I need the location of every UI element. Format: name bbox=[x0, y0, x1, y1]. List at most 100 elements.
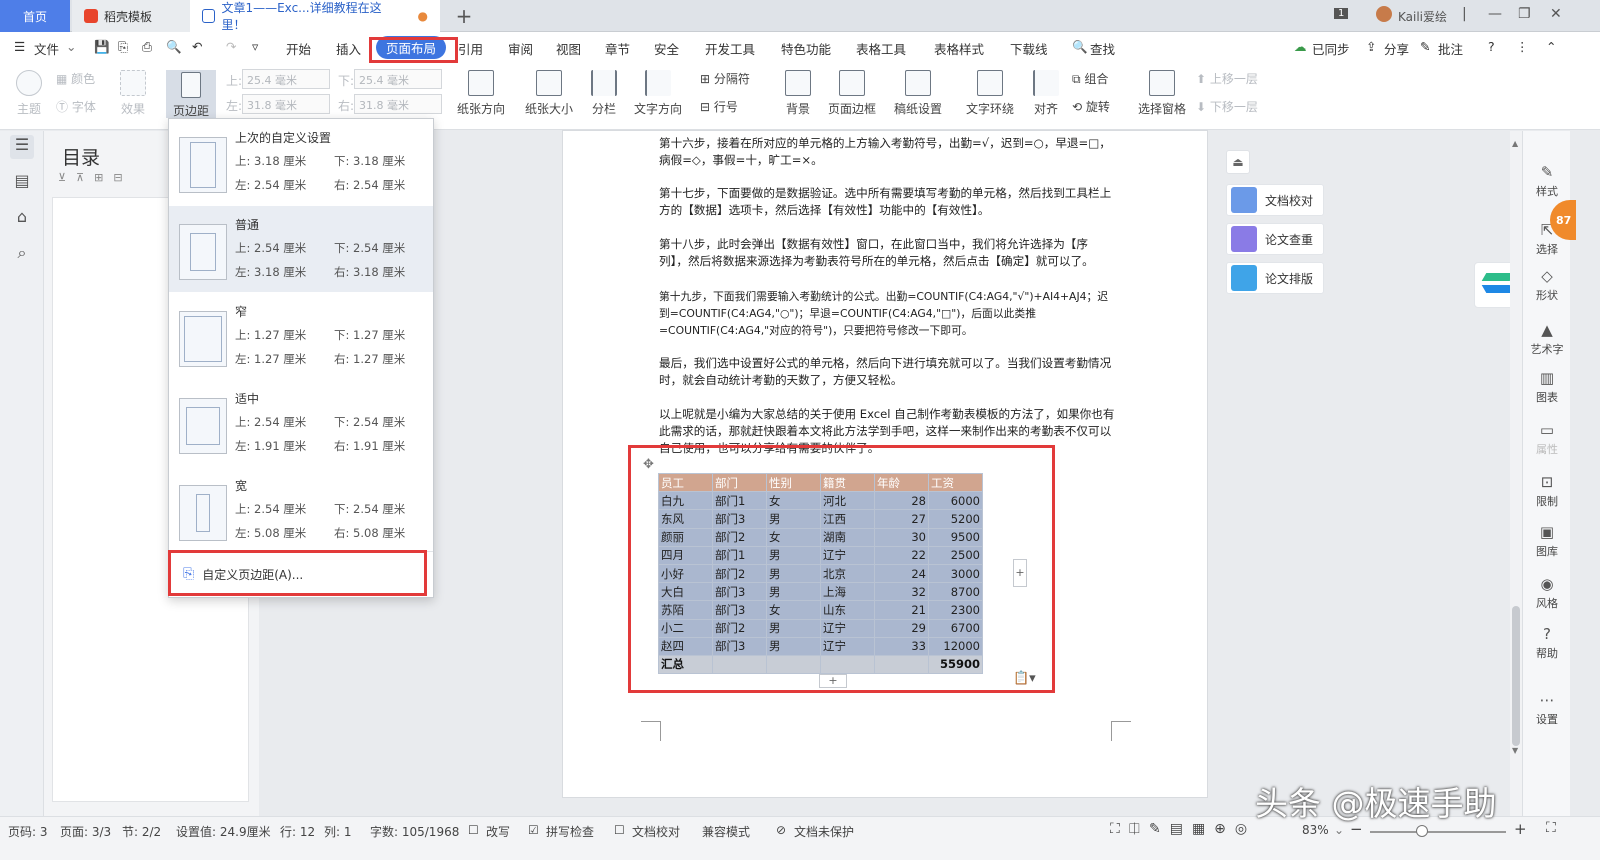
scroll-thumb[interactable] bbox=[1512, 606, 1520, 746]
paragraph[interactable]: 第十六步，接着在所对应的单元格的上方输入考勤符号，出勤=√，迟到=○，早退=□，… bbox=[659, 135, 1115, 169]
close-icon[interactable]: ✕ bbox=[1550, 6, 1562, 22]
rotate-button[interactable]: ⟲ 旋转 bbox=[1072, 98, 1110, 115]
tab-document[interactable]: 文章1——Exc...详细教程在这里！ ● bbox=[190, 0, 440, 32]
chevron-down-icon[interactable]: ⌄ bbox=[66, 39, 76, 54]
status-protect[interactable]: 文档未保护 bbox=[794, 823, 854, 840]
more-icon[interactable]: ⋮ bbox=[1516, 39, 1529, 54]
margin-option[interactable]: 窄上: 1.27 厘米 下: 1.27 厘米 左: 1.27 厘米 右: 1.27 厘… bbox=[169, 293, 433, 379]
margin-option[interactable]: 上次的自定义设置 上: 3.18 厘米 下: 3.18 厘米 左: 2.54 厘米 右:… bbox=[169, 119, 433, 205]
color-button[interactable]: ▦ 颜色 bbox=[56, 70, 95, 87]
zoom-slider[interactable] bbox=[1370, 831, 1506, 833]
margin-option[interactable]: 适中 上: 2.54 厘米 下: 2.54 厘米 左: 1.91 厘米 右: 1.91 … bbox=[169, 380, 433, 466]
text-wrap-button[interactable]: 文字环绕 bbox=[962, 70, 1018, 117]
right-tool-0[interactable]: ✎ 样式 bbox=[1523, 163, 1571, 199]
zoom-in-icon[interactable]: + bbox=[1514, 820, 1527, 838]
menu-table-tools[interactable]: 表格工具 bbox=[856, 39, 906, 58]
help-icon[interactable]: ? bbox=[1488, 39, 1495, 54]
tab-home[interactable]: 首页 bbox=[0, 0, 70, 32]
avatar[interactable] bbox=[1376, 6, 1392, 22]
more-chevron-icon[interactable]: ▿ bbox=[252, 39, 258, 54]
group-button[interactable]: ⧉ 组合 bbox=[1072, 70, 1108, 87]
bottom-margin-field[interactable]: 25.4 毫米 bbox=[354, 69, 442, 89]
margin-button[interactable]: 页边距 bbox=[166, 70, 216, 118]
collapse-ribbon-icon[interactable]: ⌃ bbox=[1546, 39, 1556, 54]
right-tool-9[interactable]: ? 帮助 bbox=[1523, 625, 1571, 661]
print-icon[interactable]: ⎙ bbox=[142, 39, 152, 55]
menu-view[interactable]: 视图 bbox=[556, 39, 581, 58]
window-count-badge[interactable]: 1 bbox=[1334, 8, 1349, 19]
scroll-up-icon[interactable]: ▲ bbox=[1512, 139, 1518, 148]
status-row[interactable]: 行: 12 bbox=[280, 823, 315, 840]
paper-format-button[interactable]: 论文排版 bbox=[1226, 262, 1324, 294]
paragraph[interactable]: 第十八步，此时会弹出【数据有效性】窗口，在此窗口当中，我们将允许选择为【序列】，… bbox=[659, 236, 1115, 270]
zoom-chevron-icon[interactable]: ⌄ bbox=[1334, 823, 1344, 837]
search-icon[interactable]: 🔍 bbox=[1072, 39, 1088, 55]
find-icon[interactable]: ⌕ bbox=[10, 243, 34, 267]
menu-devtools[interactable]: 开发工具 bbox=[705, 39, 755, 58]
right-tool-2[interactable]: ◇ 形状 bbox=[1523, 267, 1571, 303]
status-words[interactable]: 字数: 105/1968 bbox=[370, 823, 459, 840]
right-tool-6[interactable]: ⊡ 限制 bbox=[1523, 473, 1571, 509]
view-mode-icons[interactable]: ⛶⎅✎▤▦⊕◎ bbox=[1110, 821, 1256, 837]
align-button[interactable]: 对齐 bbox=[1028, 70, 1064, 117]
plagiarism-check-button[interactable]: 论文查重 bbox=[1226, 223, 1324, 255]
status-pages[interactable]: 页面: 3/3 bbox=[60, 823, 111, 840]
right-margin-field[interactable]: 31.8 毫米 bbox=[354, 94, 442, 114]
send-backward-button[interactable]: ⬇ 下移一层 bbox=[1196, 98, 1258, 115]
save-icon[interactable]: 💾 bbox=[94, 39, 110, 55]
doc-check-button[interactable]: 文档校对 bbox=[1226, 184, 1324, 216]
menu-table-style[interactable]: 表格样式 bbox=[934, 39, 984, 58]
effect-button[interactable]: 效果 bbox=[120, 70, 146, 117]
background-button[interactable]: 背景 bbox=[780, 70, 816, 117]
status-page[interactable]: 页码: 3 bbox=[8, 823, 48, 840]
status-section[interactable]: 节: 2/2 bbox=[122, 823, 161, 840]
preview-icon[interactable]: 🔍 bbox=[166, 39, 182, 55]
font-button[interactable]: Ⓣ 字体 bbox=[56, 98, 96, 115]
menu-special[interactable]: 特色功能 bbox=[781, 39, 831, 58]
separator-button[interactable]: ⊞ 分隔符 bbox=[700, 70, 750, 87]
new-tab-button[interactable]: + bbox=[452, 0, 476, 32]
margin-option[interactable]: 普通 上: 2.54 厘米 下: 2.54 厘米 左: 3.18 厘米 右: 3.18 … bbox=[169, 206, 433, 292]
orientation-button[interactable]: 纸张方向 bbox=[452, 70, 510, 117]
zoom-slider-thumb[interactable] bbox=[1416, 825, 1428, 837]
menu-file[interactable]: 文件 bbox=[34, 39, 59, 58]
status-zoom[interactable]: 83% bbox=[1302, 823, 1329, 837]
hamburger-icon[interactable]: ☰ bbox=[14, 39, 25, 54]
paragraph[interactable]: 第十七步，下面要做的是数据验证。选中所有需要填写考勤的单元格，然后找到工具栏上方… bbox=[659, 185, 1115, 219]
status-col[interactable]: 列: 1 bbox=[324, 823, 352, 840]
redo-icon[interactable]: ↷ bbox=[226, 39, 236, 54]
vertical-scrollbar[interactable]: ▲ ▼ bbox=[1510, 131, 1522, 816]
status-spell[interactable]: 拼写检查 bbox=[546, 823, 594, 840]
scroll-down-icon[interactable]: ▼ bbox=[1512, 746, 1518, 755]
selection-pane-button[interactable]: 选择窗格 bbox=[1136, 70, 1188, 117]
paper-size-button[interactable]: 纸张大小 bbox=[520, 70, 578, 117]
right-tool-4[interactable]: ▥ 图表 bbox=[1523, 369, 1571, 405]
menu-review[interactable]: 审阅 bbox=[508, 39, 533, 58]
line-number-button[interactable]: ⊟ 行号 bbox=[700, 98, 738, 115]
right-tool-7[interactable]: ▣ 图库 bbox=[1523, 523, 1571, 559]
bring-forward-button[interactable]: ⬆ 上移一层 bbox=[1196, 70, 1258, 87]
paragraph[interactable]: 第十九步，下面我们需要输入考勤统计的公式。出勤=COUNTIF(C4:AG4,"… bbox=[659, 288, 1115, 339]
right-tool-5[interactable]: ▭ 属性 bbox=[1523, 421, 1571, 457]
status-setting[interactable]: 设置值: 24.9厘米 bbox=[176, 823, 271, 840]
status-revise[interactable]: 改写 bbox=[486, 823, 510, 840]
restore-icon[interactable]: ❐ bbox=[1518, 6, 1531, 22]
top-margin-field[interactable]: 25.4 毫米 bbox=[242, 69, 330, 89]
left-margin-field[interactable]: 31.8 毫米 bbox=[242, 94, 330, 114]
tab-template[interactable]: 稻壳模板 bbox=[72, 0, 190, 32]
toc-controls[interactable]: ⊻⊼⊞⊟ bbox=[58, 171, 133, 184]
menu-start[interactable]: 开始 bbox=[286, 39, 311, 58]
theme-button[interactable]: 主题 bbox=[12, 70, 46, 117]
user-name[interactable]: Kaili爱绘 bbox=[1398, 8, 1447, 25]
paragraph[interactable]: 最后，我们选中设置好公式的单元格，然后向下进行填充就可以了。当我们设置考勤情况时… bbox=[659, 355, 1115, 389]
status-proof[interactable]: 文档校对 bbox=[632, 823, 680, 840]
undo-icon[interactable]: ↶ bbox=[192, 39, 202, 54]
minimize-icon[interactable]: — bbox=[1488, 6, 1502, 22]
sync-status[interactable]: 已同步 bbox=[1312, 39, 1350, 58]
chapter-nav-icon[interactable]: ▤ bbox=[10, 171, 34, 195]
text-direction-button[interactable]: 文字方向 bbox=[632, 70, 684, 117]
columns-button[interactable]: 分栏 bbox=[586, 70, 622, 117]
collapse-panel-icon[interactable]: ⏏ bbox=[1226, 150, 1250, 174]
menu-insert[interactable]: 插入 bbox=[336, 39, 361, 58]
annotate-button[interactable]: 批注 bbox=[1438, 39, 1463, 58]
